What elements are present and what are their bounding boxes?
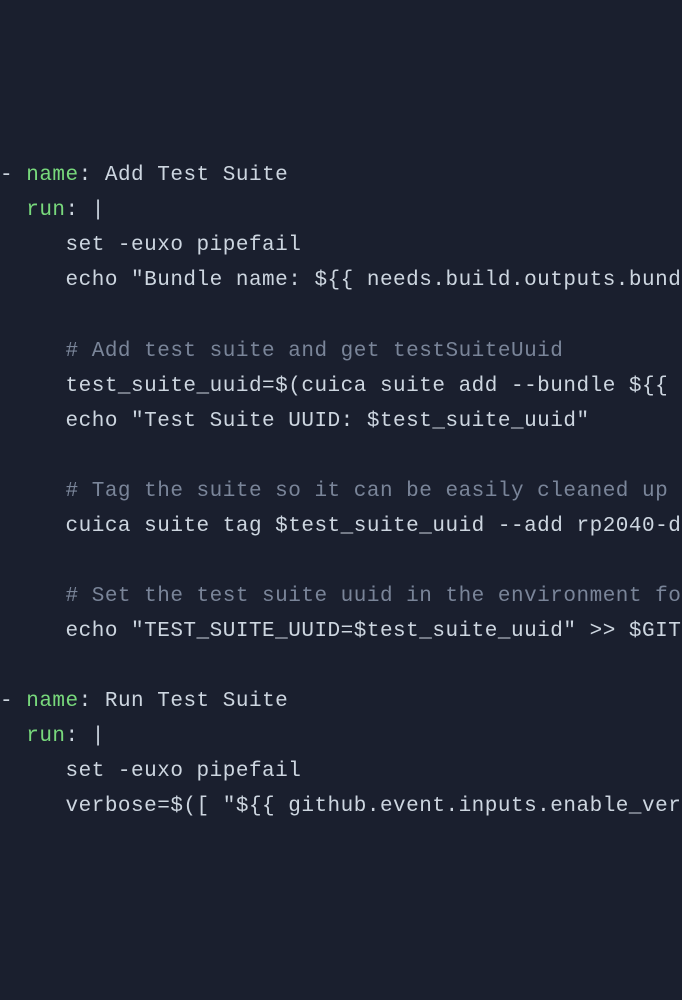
code-line: set -euxo pipefail <box>0 234 301 257</box>
code-line: echo "TEST_SUITE_UUID=$test_suite_uuid" … <box>0 620 682 643</box>
name-key: name <box>26 690 78 713</box>
run-value: : | <box>66 199 105 222</box>
run-value: : | <box>66 725 105 748</box>
run-key: run <box>26 725 65 748</box>
dash: - <box>0 690 26 713</box>
name-value: : Run Test Suite <box>79 690 289 713</box>
comment-line: # Set the test suite uuid in the environ… <box>0 585 682 608</box>
code-line: set -euxo pipefail <box>0 760 301 783</box>
code-line: echo "Bundle name: ${{ needs.build.outpu… <box>0 269 682 292</box>
code-line: echo "Test Suite UUID: $test_suite_uuid" <box>0 410 590 433</box>
yaml-line: - name: Add Test Suite <box>0 164 288 187</box>
code-block: - name: Add Test Suite run: | set -euxo … <box>0 158 682 824</box>
dash: - <box>0 164 26 187</box>
run-key: run <box>26 199 65 222</box>
yaml-line: run: | <box>0 199 105 222</box>
comment-line: # Tag the suite so it can be easily clea… <box>0 480 668 503</box>
yaml-line: run: | <box>0 725 105 748</box>
code-line: test_suite_uuid=$(cuica suite add --bund… <box>0 375 682 398</box>
comment-line: # Add test suite and get testSuiteUuid <box>0 340 563 363</box>
yaml-line: - name: Run Test Suite <box>0 690 288 713</box>
code-line: cuica suite tag $test_suite_uuid --add r… <box>0 515 682 538</box>
name-key: name <box>26 164 78 187</box>
name-value: : Add Test Suite <box>79 164 289 187</box>
code-line: verbose=$([ "${{ github.event.inputs.ena… <box>0 795 682 818</box>
